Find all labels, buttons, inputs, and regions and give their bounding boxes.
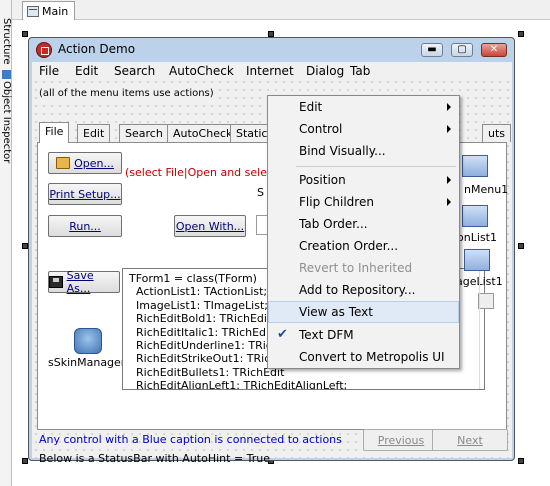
selection-handle-br[interactable] bbox=[518, 458, 524, 464]
ctx-convert-to-metropolis[interactable]: Convert to Metropolis UI bbox=[268, 346, 459, 368]
open-instruction-note: (select File|Open and select bbox=[125, 166, 278, 179]
checkmark-icon: ✔ bbox=[277, 327, 288, 342]
tab-right-partial[interactable]: uts bbox=[482, 124, 512, 142]
open-with-button[interactable]: Open With... bbox=[174, 215, 246, 237]
menu-edit[interactable]: Edit bbox=[75, 64, 98, 78]
skin-manager-label: sSkinManager1 bbox=[48, 356, 133, 369]
ctx-tab-order-label: Tab Order... bbox=[299, 217, 368, 231]
ctx-text-dfm[interactable]: ✔ Text DFM bbox=[268, 324, 459, 346]
ctx-bind-visually-label: Bind Visually... bbox=[299, 144, 386, 158]
ctx-flip-children[interactable]: Flip Children bbox=[268, 191, 459, 213]
tab-autocheck[interactable]: AutoCheck bbox=[167, 124, 239, 142]
form-titlebar[interactable]: Action Demo ▬ ▢ ✕ bbox=[29, 38, 514, 62]
s-label: S bbox=[257, 186, 264, 199]
ctx-creation-order[interactable]: Creation Order... bbox=[268, 235, 459, 257]
memo-scrollbar[interactable] bbox=[479, 271, 495, 389]
skin-manager-icon bbox=[74, 328, 102, 354]
actions-hint: (all of the menu items use actions) bbox=[39, 88, 214, 99]
ctx-bind-visually[interactable]: Bind Visually... bbox=[268, 140, 459, 162]
document-tab-bar: Main bbox=[12, 0, 550, 20]
open-button[interactable]: Open... bbox=[48, 152, 122, 174]
tab-search[interactable]: Search bbox=[119, 124, 169, 142]
maximize-button[interactable]: ▢ bbox=[451, 43, 473, 57]
form-menubar: File Edit Search AutoCheck Internet Dial… bbox=[32, 62, 512, 81]
ctx-creation-order-label: Creation Order... bbox=[299, 239, 399, 253]
menu-tab[interactable]: Tab bbox=[350, 64, 370, 78]
disk-icon bbox=[49, 276, 63, 288]
submenu-arrow-icon bbox=[447, 198, 451, 206]
blue-caption-note: Any control with a Blue caption is conne… bbox=[39, 433, 342, 446]
main-menu-label: nMenu1 bbox=[464, 183, 509, 196]
save-as-button[interactable]: Save As... bbox=[48, 269, 120, 295]
ctx-revert-to-inherited: Revert to Inherited bbox=[268, 257, 459, 279]
ctx-add-to-repository-label: Add to Repository... bbox=[299, 283, 416, 297]
object-inspector-icon bbox=[1, 70, 11, 79]
tab-main[interactable]: Main bbox=[22, 1, 76, 20]
code-line: RichEditAlignLeft1: TRichEditAlignLeft; bbox=[129, 379, 348, 390]
ctx-position-label: Position bbox=[299, 173, 346, 187]
statusbar-note: Below is a StatusBar with AutoHint = Tru… bbox=[39, 452, 271, 465]
submenu-arrow-icon bbox=[447, 125, 451, 133]
maximize-icon: ▢ bbox=[457, 44, 467, 55]
left-panel-strip: Structure Object Inspector bbox=[0, 0, 12, 486]
print-setup-button[interactable]: Print Setup... bbox=[48, 183, 122, 205]
selection-handle-tr[interactable] bbox=[518, 31, 524, 37]
tab-file[interactable]: File bbox=[39, 122, 70, 143]
submenu-arrow-icon bbox=[447, 103, 451, 111]
open-button-label: Open... bbox=[74, 156, 114, 170]
menu-dialog[interactable]: Dialog bbox=[306, 64, 344, 78]
form-title: Action Demo bbox=[58, 42, 136, 56]
action-list-label: ionList1 bbox=[454, 231, 497, 244]
ctx-edit[interactable]: Edit bbox=[268, 96, 459, 118]
ctx-flip-children-label: Flip Children bbox=[299, 195, 374, 209]
selection-handle-tl[interactable] bbox=[22, 31, 28, 37]
close-icon: ✕ bbox=[489, 44, 499, 55]
open-with-label: Open With... bbox=[175, 219, 245, 233]
object-inspector-tab[interactable]: Object Inspector bbox=[0, 70, 12, 163]
next-button[interactable]: Next bbox=[432, 429, 508, 451]
main-menu-component-icon[interactable] bbox=[462, 155, 488, 177]
ctx-text-dfm-label: Text DFM bbox=[299, 328, 354, 342]
print-setup-label: Print Setup... bbox=[49, 187, 121, 201]
ctx-edit-label: Edit bbox=[299, 100, 323, 114]
ctx-control[interactable]: Control bbox=[268, 118, 459, 140]
ctx-add-to-repository[interactable]: Add to Repository... bbox=[268, 279, 459, 301]
close-button[interactable]: ✕ bbox=[481, 43, 507, 57]
menu-file[interactable]: File bbox=[39, 64, 59, 78]
run-button[interactable]: Run... bbox=[48, 215, 122, 237]
save-as-label: Save As... bbox=[66, 269, 94, 295]
app-icon bbox=[36, 42, 52, 58]
minimize-button[interactable]: ▬ bbox=[421, 43, 443, 57]
skin-manager-component[interactable]: sSkinManager1 bbox=[48, 328, 133, 369]
selection-handle-bl[interactable] bbox=[22, 458, 28, 464]
ctx-convert-label: Convert to Metropolis UI bbox=[299, 350, 445, 364]
tab-edit[interactable]: Edit bbox=[77, 124, 111, 142]
ctx-control-label: Control bbox=[299, 122, 343, 136]
ctx-view-as-text-label: View as Text bbox=[299, 305, 373, 319]
folder-icon bbox=[56, 157, 71, 169]
minimize-icon: ▬ bbox=[427, 44, 437, 55]
previous-button[interactable]: Previous bbox=[363, 429, 439, 451]
image-list-component-icon[interactable] bbox=[464, 249, 490, 271]
submenu-arrow-icon bbox=[447, 176, 451, 184]
run-label: Run... bbox=[69, 219, 101, 233]
action-list-component-icon[interactable] bbox=[462, 205, 488, 227]
structure-tab[interactable]: Structure bbox=[0, 18, 12, 65]
ctx-tab-order[interactable]: Tab Order... bbox=[268, 213, 459, 235]
ctx-revert-label: Revert to Inherited bbox=[299, 261, 413, 275]
ctx-position[interactable]: Position bbox=[268, 169, 459, 191]
menu-autocheck[interactable]: AutoCheck bbox=[169, 64, 234, 78]
selection-handle-mr[interactable] bbox=[518, 243, 524, 249]
object-inspector-label: Object Inspector bbox=[1, 81, 12, 164]
ctx-separator bbox=[296, 166, 456, 167]
designer-context-menu: Edit Control Bind Visually... Position F… bbox=[267, 95, 460, 369]
tab-main-label: Main bbox=[42, 4, 69, 18]
menu-search[interactable]: Search bbox=[114, 64, 155, 78]
ctx-view-as-text[interactable]: View as Text bbox=[268, 301, 459, 323]
form-icon bbox=[27, 5, 39, 17]
menu-internet[interactable]: Internet bbox=[246, 64, 294, 78]
